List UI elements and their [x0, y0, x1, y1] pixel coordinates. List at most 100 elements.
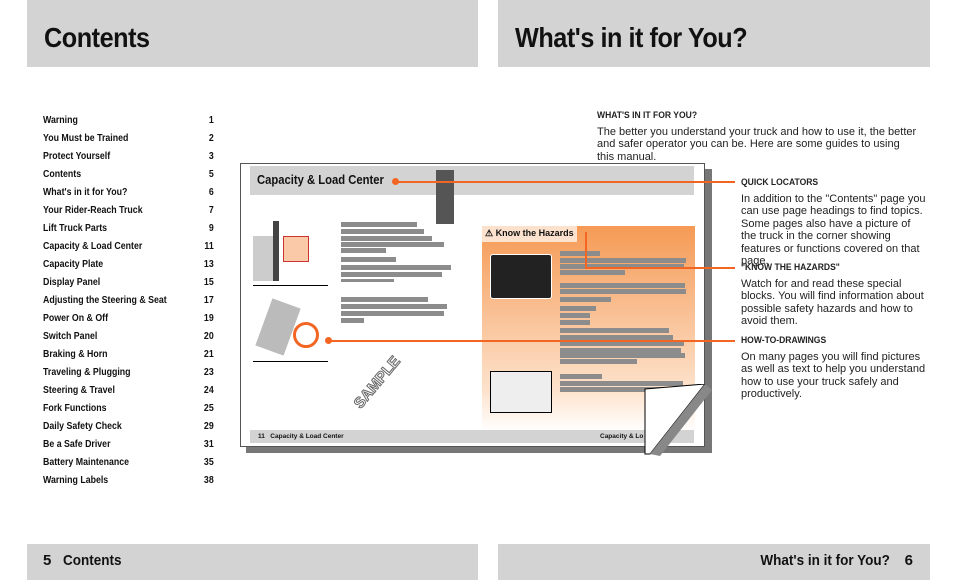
toc-label: Lift Truck Parts [43, 223, 108, 234]
toc-entry[interactable]: Lift Truck Parts 9 [43, 222, 214, 240]
toc-page-number: 38 [203, 475, 214, 486]
toc-label: Capacity & Load Center [43, 241, 143, 252]
toc-entry[interactable]: Capacity & Load Center 11 [43, 240, 214, 258]
toc-label: Display Panel [43, 277, 101, 288]
callout-text: In addition to the "Contents" page you c… [741, 192, 926, 268]
callout-know-hazards: "KNOW THE HAZARDS" Watch for and read the… [741, 262, 926, 328]
callout-quick-locators: QUICK LOCATORS In addition to the "Conten… [741, 177, 926, 268]
toc-entry[interactable]: Display Panel 15 [43, 276, 214, 294]
toc-label: Warning Labels [43, 475, 109, 486]
callout-heading: HOW-TO-DRAWINGS [741, 335, 827, 346]
hazard-title: Know the Hazards [495, 228, 574, 238]
sample-watermark: SAMPLE [350, 353, 404, 413]
toc-entry[interactable]: Power On & Off 19 [43, 312, 214, 330]
toc-page-number: 29 [203, 421, 214, 432]
toc-page-number: 35 [203, 457, 214, 468]
toc-label: Fork Functions [43, 403, 107, 414]
toc-entry[interactable]: Battery Maintenance 35 [43, 456, 214, 474]
page-number: 6 [904, 552, 913, 569]
toc-entry[interactable]: Contents 5 [43, 168, 214, 186]
left-page-header: Contents [27, 0, 478, 67]
toc-entry[interactable]: Warning Labels 38 [43, 474, 214, 492]
footer-title: Contents [63, 552, 122, 569]
toc-page-number: 3 [208, 151, 214, 162]
tipping-truck-drawing [253, 292, 328, 362]
toc-entry[interactable]: Daily Safety Check 29 [43, 420, 214, 438]
toc-page-number: 7 [208, 205, 214, 216]
right-page-footer: What's in it for You? 6 [498, 544, 930, 580]
sample-heading: Capacity & Load Center [257, 173, 384, 187]
toc-page-number: 11 [204, 241, 214, 252]
right-page-header: What's in it for You? [498, 0, 930, 67]
page-title: Contents [44, 22, 150, 53]
callout-line-quick-locators [395, 181, 735, 183]
left-page-footer: 5 Contents [27, 544, 478, 580]
truck-drawing [253, 216, 328, 286]
toc-page-number: 20 [203, 331, 214, 342]
sample-footer: 11 Capacity & Load Center Capacity & Lo [250, 430, 694, 443]
toc-label: Battery Maintenance [43, 457, 130, 468]
sample-footer-number: 11 [258, 433, 265, 440]
sample-footer-right-title: Capacity & Lo [600, 433, 644, 440]
toc-page-number: 19 [203, 313, 214, 324]
toc-entry[interactable]: Your Rider-Reach Truck 7 [43, 204, 214, 222]
toc-entry[interactable]: Traveling & Plugging 23 [43, 366, 214, 384]
callout-text: On many pages you will find pictures as … [741, 350, 926, 401]
toc-page-number: 5 [208, 169, 214, 180]
toc-entry[interactable]: Be a Safe Driver 31 [43, 438, 214, 456]
toc-label: Capacity Plate [43, 259, 104, 270]
toc-label: What's in it for You? [43, 187, 128, 198]
capacity-plate-image [490, 254, 552, 299]
page-number: 5 [43, 552, 52, 569]
footer-title: What's in it for You? [760, 552, 890, 569]
howto-image [490, 371, 552, 413]
toc-label: Warning [43, 115, 78, 126]
intro-heading: WHAT'S IN IT FOR YOU? [597, 110, 698, 121]
warning-icon: ⚠ [485, 228, 496, 238]
callout-heading: QUICK LOCATORS [741, 177, 819, 188]
callout-heading: "KNOW THE HAZARDS" [741, 262, 840, 273]
callout-how-to-drawings: HOW-TO-DRAWINGS On many pages you will fi… [741, 335, 926, 401]
toc-page-number: 17 [203, 295, 214, 306]
toc-entry[interactable]: Warning 1 [43, 114, 214, 132]
toc-label: Power On & Off [43, 313, 109, 324]
toc-entry[interactable]: What's in it for You? 6 [43, 186, 214, 204]
toc-entry[interactable]: Adjusting the Steering & Seat 17 [43, 294, 214, 312]
callout-line-hazards [585, 267, 735, 269]
callout-line-hazards-vertical [585, 232, 587, 269]
toc-page-number: 24 [203, 385, 214, 396]
toc-label: Your Rider-Reach Truck [43, 205, 143, 216]
page-title: What's in it for You? [515, 22, 748, 53]
toc-page-number: 1 [208, 115, 214, 126]
sample-footer-title: Capacity & Load Center [270, 433, 344, 440]
page-curl [644, 384, 712, 456]
toc-page-number: 9 [208, 223, 214, 234]
intro-text: The better you understand your truck and… [597, 125, 917, 163]
toc-entry[interactable]: Capacity Plate 13 [43, 258, 214, 276]
toc-entry[interactable]: You Must be Trained 2 [43, 132, 214, 150]
toc-page-number: 25 [203, 403, 214, 414]
toc-entry[interactable]: Protect Yourself 3 [43, 150, 214, 168]
toc-page-number: 6 [208, 187, 214, 198]
toc-page-number: 2 [208, 133, 214, 144]
truck-locator-icon [436, 170, 454, 224]
toc-label: Braking & Horn [43, 349, 108, 360]
toc-page-number: 31 [203, 439, 214, 450]
toc-label: Steering & Travel [43, 385, 115, 396]
callout-line-howto [328, 340, 735, 342]
sample-page: Capacity & Load Center SAMPLE ⚠ Know the… [240, 163, 705, 447]
toc-entry[interactable]: Braking & Horn 21 [43, 348, 214, 366]
toc-label: Protect Yourself [43, 151, 111, 162]
toc-page-number: 23 [203, 367, 214, 378]
toc-label: You Must be Trained [43, 133, 129, 144]
toc-entry[interactable]: Steering & Travel 24 [43, 384, 214, 402]
toc-page-number: 21 [203, 349, 214, 360]
toc-entry[interactable]: Fork Functions 25 [43, 402, 214, 420]
toc-entry[interactable]: Switch Panel 20 [43, 330, 214, 348]
toc-label: Adjusting the Steering & Seat [43, 295, 167, 306]
table-of-contents: Warning 1 You Must be Trained 2 Protect Your… [43, 114, 214, 492]
toc-page-number: 13 [203, 259, 214, 270]
toc-label: Be a Safe Driver [43, 439, 111, 450]
toc-label: Daily Safety Check [43, 421, 122, 432]
toc-page-number: 15 [203, 277, 214, 288]
